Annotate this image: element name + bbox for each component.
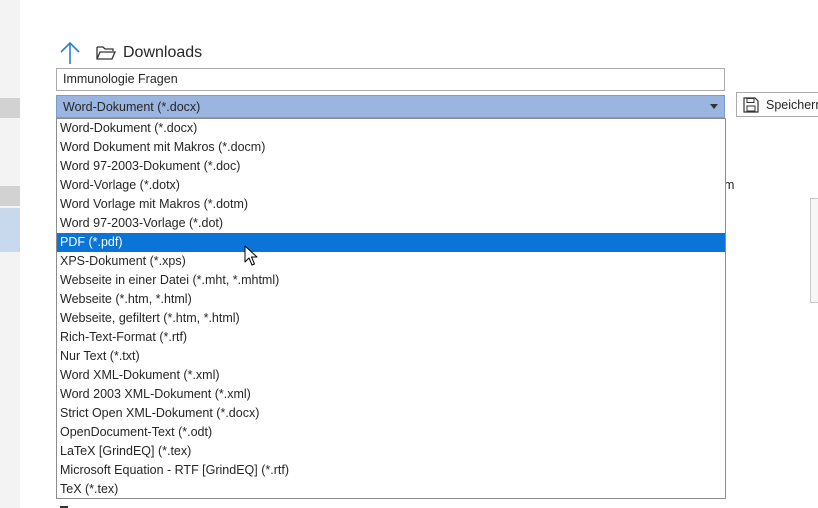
file-type-option-docx[interactable]: Word-Dokument (*.docx) xyxy=(57,119,725,138)
filename-input[interactable] xyxy=(56,68,725,91)
save-icon xyxy=(743,97,759,113)
up-arrow-icon[interactable] xyxy=(58,40,82,66)
file-type-option-rtf[interactable]: Rich-Text-Format (*.rtf) xyxy=(57,328,725,347)
file-type-option-strict-docx[interactable]: Strict Open XML-Dokument (*.docx) xyxy=(57,404,725,423)
sidebar xyxy=(0,0,20,508)
file-type-option-latex[interactable]: LaTeX [GrindEQ] (*.tex) xyxy=(57,442,725,461)
sidebar-item-selected[interactable] xyxy=(0,208,20,252)
file-type-option-dotm[interactable]: Word Vorlage mit Makros (*.dotm) xyxy=(57,195,725,214)
file-type-option-odt[interactable]: OpenDocument-Text (*.odt) xyxy=(57,423,725,442)
save-button[interactable]: Speichern xyxy=(736,92,818,117)
file-type-select[interactable]: Word-Dokument (*.docx) xyxy=(56,95,725,118)
file-type-option-doc[interactable]: Word 97-2003-Dokument (*.doc) xyxy=(57,157,725,176)
file-type-selected-value: Word-Dokument (*.docx) xyxy=(63,100,201,114)
file-type-option-pdf[interactable]: PDF (*.pdf) xyxy=(57,233,725,252)
file-type-option-xps[interactable]: XPS-Dokument (*.xps) xyxy=(57,252,725,271)
folder-open-icon xyxy=(96,46,116,60)
sidebar-item[interactable] xyxy=(0,98,20,118)
file-type-option-equation-rtf[interactable]: Microsoft Equation - RTF [GrindEQ] (*.rt… xyxy=(57,461,725,480)
save-button-label: Speichern xyxy=(766,98,818,112)
chevron-down-icon[interactable] xyxy=(710,104,718,110)
file-type-option-xml-2003[interactable]: Word 2003 XML-Dokument (*.xml) xyxy=(57,385,725,404)
file-type-option-html-filtered[interactable]: Webseite, gefiltert (*.htm, *.html) xyxy=(57,309,725,328)
mouse-pointer-icon xyxy=(244,245,258,266)
file-type-option-dotx[interactable]: Word-Vorlage (*.dotx) xyxy=(57,176,725,195)
file-type-option-html[interactable]: Webseite (*.htm, *.html) xyxy=(57,290,725,309)
background-scrollbar[interactable] xyxy=(810,198,818,303)
file-type-option-mht[interactable]: Webseite in einer Datei (*.mht, *.mhtml) xyxy=(57,271,725,290)
sidebar-item[interactable] xyxy=(0,186,20,206)
file-type-option-dot[interactable]: Word 97-2003-Vorlage (*.dot) xyxy=(57,214,725,233)
file-type-option-docm[interactable]: Word Dokument mit Makros (*.docm) xyxy=(57,138,725,157)
file-type-option-txt[interactable]: Nur Text (*.txt) xyxy=(57,347,725,366)
location-label: Downloads xyxy=(123,44,203,61)
file-type-option-xml[interactable]: Word XML-Dokument (*.xml) xyxy=(57,366,725,385)
file-type-dropdown-list: Word-Dokument (*.docx) Word Dokument mit… xyxy=(56,118,726,499)
file-type-option-tex[interactable]: TeX (*.tex) xyxy=(57,480,725,499)
